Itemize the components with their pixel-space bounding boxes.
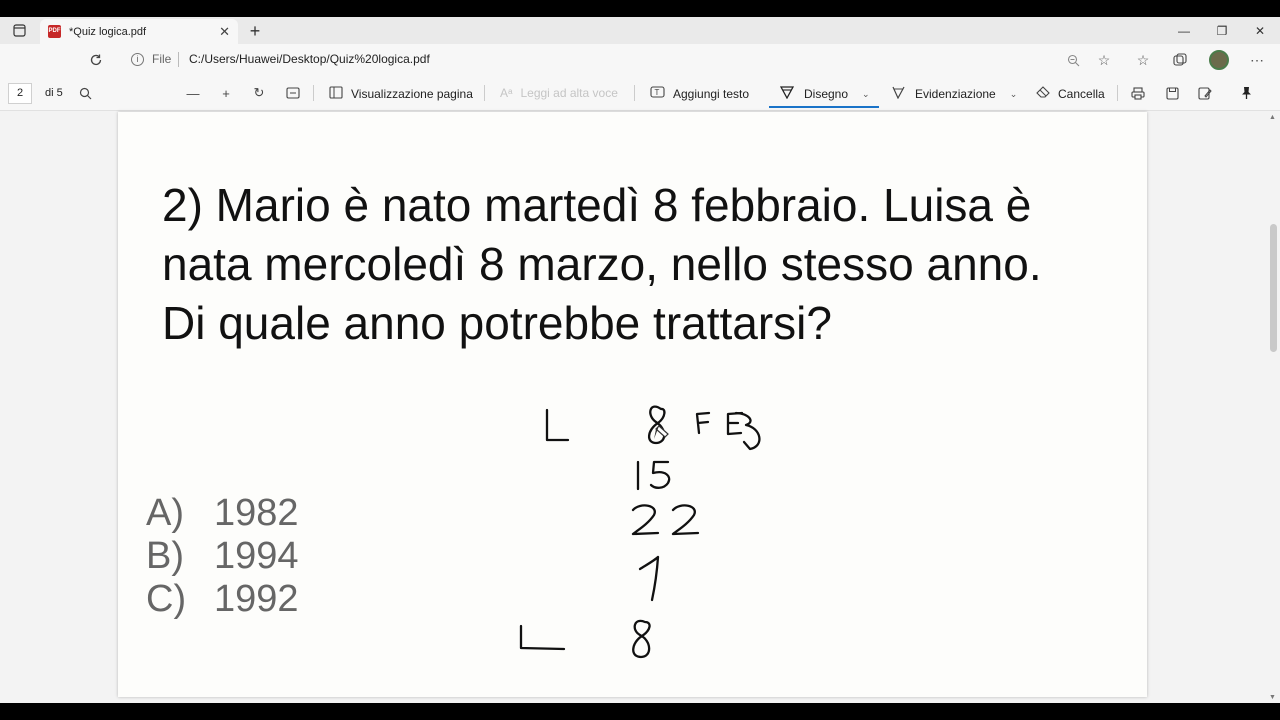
search-icon[interactable]	[76, 84, 94, 102]
page-view-button[interactable]: Visualizzazione pagina	[329, 86, 473, 102]
handwriting-2b	[671, 504, 700, 536]
profile-avatar[interactable]	[1209, 50, 1229, 70]
handwritten-annotations	[519, 405, 761, 659]
tab-actions-icon[interactable]	[0, 17, 38, 44]
tab-close-icon[interactable]: ✕	[219, 24, 230, 40]
page-view-label: Visualizzazione pagina	[351, 87, 473, 101]
highlight-label: Evidenziazione	[915, 87, 996, 101]
tab-quiz-logica[interactable]: PDF *Quiz logica.pdf ✕	[40, 19, 238, 44]
rotate-icon[interactable]: ↻	[250, 84, 268, 102]
pdf-toolbar: 2 di 5 — + ↻ Visualizzazione pagina Aᵃ L…	[0, 76, 1280, 111]
close-window-button[interactable]: ✕	[1241, 17, 1279, 44]
favorites-icon[interactable]: ☆	[1133, 50, 1153, 70]
address-divider	[178, 52, 179, 67]
url-field[interactable]: C:/Users/Huawei/Desktop/Quiz%20logica.pd…	[189, 52, 430, 66]
site-info-button[interactable]: i File	[131, 52, 171, 66]
handwriting-5	[649, 460, 671, 489]
info-icon: i	[131, 52, 144, 66]
highlighter-icon	[892, 86, 905, 102]
chevron-down-icon[interactable]: ⌄	[862, 89, 870, 100]
toolbar-divider	[634, 85, 635, 101]
scroll-up-icon[interactable]: ▲	[1269, 114, 1276, 121]
handwriting-8-bottom	[632, 619, 651, 659]
add-text-button[interactable]: T Aggiungi testo	[650, 86, 749, 101]
add-text-label: Aggiungi testo	[673, 86, 750, 101]
new-tab-button[interactable]: +	[244, 19, 266, 43]
fit-page-icon[interactable]	[284, 84, 302, 102]
handwriting-e	[726, 411, 744, 436]
highlight-button[interactable]: Evidenziazione ⌄	[892, 86, 1017, 102]
handwriting-1-single	[638, 555, 660, 602]
browser-window: PDF *Quiz logica.pdf ✕ + — ❐ ✕ i File C:…	[0, 17, 1280, 703]
tab-strip: PDF *Quiz logica.pdf ✕ + — ❐ ✕	[0, 17, 1280, 44]
handwriting-l-bottom	[519, 624, 566, 651]
erase-label: Cancella	[1058, 86, 1105, 101]
handwriting-8-top	[647, 405, 666, 445]
refresh-icon[interactable]	[86, 50, 106, 70]
erase-button[interactable]: Cancella	[1036, 86, 1105, 101]
minimize-button[interactable]: —	[1165, 17, 1203, 44]
add-text-icon: T	[650, 86, 665, 101]
scrollbar-thumb[interactable]	[1270, 224, 1277, 352]
chevron-down-icon[interactable]: ⌄	[1010, 89, 1018, 100]
restore-button[interactable]: ❐	[1203, 17, 1241, 44]
draw-icon	[779, 86, 795, 102]
add-favorite-icon[interactable]: ☆	[1094, 50, 1114, 70]
pdf-file-icon: PDF	[48, 25, 61, 38]
eraser-icon	[1036, 86, 1050, 101]
read-aloud-button[interactable]: Aᵃ Leggi ad alta voce	[500, 86, 618, 100]
draw-button[interactable]: Disegno ⌄	[779, 86, 870, 102]
more-options-icon[interactable]: ⋯	[1247, 50, 1267, 70]
toolbar-divider	[484, 85, 485, 101]
tab-title: *Quiz logica.pdf	[69, 25, 147, 38]
draw-label: Disegno	[804, 87, 849, 101]
print-icon[interactable]	[1129, 84, 1147, 102]
scroll-down-icon[interactable]: ▼	[1269, 694, 1276, 701]
document-viewer[interactable]: 2) Mario è nato martedì 8 febbraio. Luis…	[0, 112, 1280, 703]
page-total: di 5	[45, 87, 63, 99]
page-number-input[interactable]: 2	[8, 83, 32, 104]
save-icon[interactable]	[1163, 84, 1181, 102]
handwriting-l-top	[545, 408, 570, 442]
handwriting-2a	[631, 504, 660, 536]
read-aloud-label: Leggi ad alta voce	[520, 86, 618, 100]
vertical-scrollbar[interactable]: ▲ ▼	[1266, 112, 1280, 703]
toolbar-divider	[313, 85, 314, 101]
pin-toolbar-icon[interactable]	[1237, 84, 1255, 102]
site-info-label: File	[152, 52, 172, 66]
pen-cursor-icon	[654, 425, 669, 439]
zoom-out-icon[interactable]: —	[184, 84, 202, 102]
read-aloud-icon: Aᵃ	[500, 86, 513, 100]
handwriting-f	[695, 411, 711, 435]
address-bar: i File C:/Users/Huawei/Desktop/Quiz%20lo…	[0, 44, 1280, 76]
handwriting-b	[734, 411, 761, 451]
zoom-icon[interactable]	[1063, 50, 1083, 70]
zoom-in-icon[interactable]: +	[217, 84, 235, 102]
pdf-page: 2) Mario è nato martedì 8 febbraio. Luis…	[118, 112, 1147, 697]
svg-text:T: T	[655, 88, 660, 97]
toolbar-divider	[1117, 85, 1118, 101]
save-as-icon[interactable]	[1196, 84, 1214, 102]
collections-icon[interactable]	[1170, 50, 1190, 70]
page-view-icon	[329, 86, 343, 102]
